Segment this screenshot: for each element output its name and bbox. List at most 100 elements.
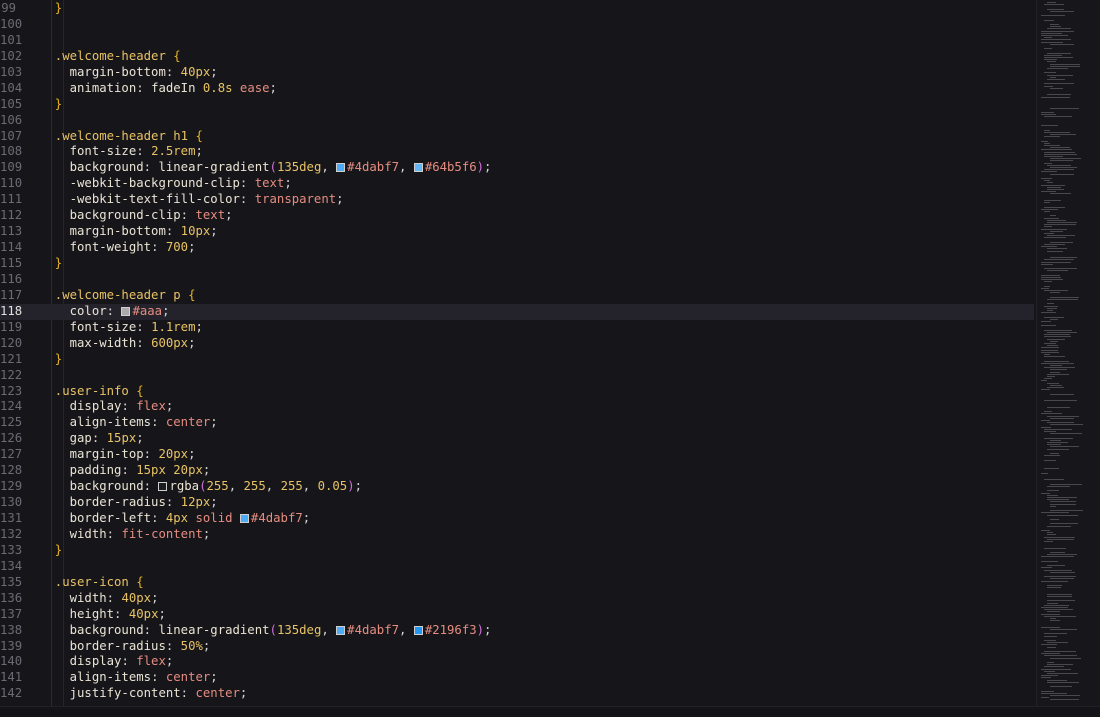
code-line[interactable]: 112 background-clip: text; xyxy=(0,208,1034,224)
color-swatch-icon[interactable] xyxy=(413,625,423,635)
code-line[interactable]: 99 } xyxy=(0,1,1034,17)
code-text: border-radius: 50%; xyxy=(40,639,211,655)
code-line[interactable]: 106 xyxy=(0,113,1034,129)
minimap-line xyxy=(1044,459,1056,461)
code-line[interactable]: 141 align-items: center; xyxy=(0,670,1034,686)
minimap-line xyxy=(1044,356,1065,358)
code-line[interactable]: 113 margin-bottom: 10px; xyxy=(0,224,1034,240)
code-line[interactable]: 135 .user-icon { xyxy=(0,575,1034,591)
code-line[interactable]: 123 .user-info { xyxy=(0,384,1034,400)
line-number: 135 xyxy=(0,574,23,589)
code-line[interactable]: 102 .welcome-header { xyxy=(0,49,1034,65)
code-line[interactable]: 140 display: flex; xyxy=(0,654,1034,670)
code-token: 1.1rem xyxy=(151,319,196,334)
code-line[interactable]: 127 margin-top: 20px; xyxy=(0,447,1034,463)
code-token: , xyxy=(399,622,414,637)
color-swatch-icon[interactable] xyxy=(336,163,346,173)
code-line[interactable]: 115 } xyxy=(0,256,1034,272)
minimap-line xyxy=(1047,94,1071,96)
minimap-line xyxy=(1041,492,1050,494)
code-line[interactable]: 131 border-left: 4px solid #4dabf7; xyxy=(0,511,1034,527)
code-line[interactable]: 136 width: 40px; xyxy=(0,591,1034,607)
code-line[interactable]: 100 xyxy=(0,17,1034,33)
code-line[interactable]: 108 font-size: 2.5rem; xyxy=(0,144,1034,160)
color-swatch-icon[interactable] xyxy=(158,482,168,492)
code-token: : xyxy=(143,479,159,494)
code-line[interactable]: 111 -webkit-text-fill-color: transparent… xyxy=(0,192,1034,208)
minimap-line xyxy=(1041,274,1060,276)
code-line[interactable]: 132 width: fit-content; xyxy=(0,527,1034,543)
code-text: margin-bottom: 10px; xyxy=(40,224,218,240)
minimap-line xyxy=(1044,431,1056,432)
code-text: } xyxy=(40,543,62,559)
minimap-line xyxy=(1041,140,1048,142)
minimap-line xyxy=(1041,228,1067,230)
code-token: -webkit-background-clip xyxy=(40,176,240,191)
minimap-line xyxy=(1050,371,1060,373)
minimap[interactable] xyxy=(1036,0,1100,706)
code-line[interactable]: 121 } xyxy=(0,352,1034,368)
code-line[interactable]: 119 font-size: 1.1rem; xyxy=(0,320,1034,336)
code-line[interactable]: 104 animation: fadeIn 0.8s ease; xyxy=(0,81,1034,97)
code-line[interactable]: 128 padding: 15px 20px; xyxy=(0,463,1034,479)
code-line[interactable]: 118 color: #aaa; xyxy=(0,303,1034,320)
code-line[interactable]: 142 justify-content: center; xyxy=(0,686,1034,702)
code-token: : xyxy=(143,160,159,175)
minimap-line xyxy=(1050,147,1070,149)
code-line[interactable]: 129 background: rgba(255, 255, 255, 0.05… xyxy=(0,479,1034,495)
code-token: 255 xyxy=(280,479,303,494)
minimap-line xyxy=(1041,112,1054,113)
line-number: 142 xyxy=(0,686,23,701)
code-line[interactable]: 130 border-radius: 12px; xyxy=(0,495,1034,511)
code-line[interactable]: 107 .welcome-header h1 { xyxy=(0,129,1034,145)
color-swatch-icon[interactable] xyxy=(239,514,249,523)
code-token: font-size xyxy=(40,319,137,334)
code-text: display: flex; xyxy=(40,654,174,670)
code-text: width: 40px; xyxy=(40,591,159,607)
minimap-line xyxy=(1044,411,1052,413)
color-swatch-icon[interactable] xyxy=(121,306,131,316)
code-line[interactable]: 133 } xyxy=(0,543,1034,559)
line-number: 104 xyxy=(0,80,23,95)
code-token: #aaa xyxy=(132,303,163,318)
color-swatch-icon[interactable] xyxy=(336,625,346,635)
code-token: height xyxy=(40,606,115,621)
minimap-line xyxy=(1047,642,1068,644)
code-text: .welcome-header h1 { xyxy=(40,129,203,145)
code-token: } xyxy=(40,256,63,270)
code-line[interactable]: 120 max-width: 600px; xyxy=(0,336,1034,352)
code-line[interactable]: 134 xyxy=(0,559,1034,575)
code-line[interactable]: 101 xyxy=(0,33,1034,49)
code-line[interactable]: 122 xyxy=(0,368,1034,384)
minimap-line xyxy=(1047,490,1059,492)
minimap-line xyxy=(1041,114,1056,116)
minimap-line xyxy=(1047,307,1057,309)
code-line[interactable]: 124 display: flex; xyxy=(0,399,1034,415)
code-line[interactable]: 109 background: linear-gradient(135deg, … xyxy=(0,160,1034,176)
code-line[interactable]: 105 } xyxy=(0,97,1034,113)
code-line[interactable]: 139 border-radius: 50%; xyxy=(0,639,1034,655)
minimap-line xyxy=(1047,52,1071,54)
code-line[interactable]: 116 xyxy=(0,272,1034,288)
code-line[interactable]: 137 height: 40px; xyxy=(0,607,1034,623)
code-token: : xyxy=(91,431,107,446)
line-number: 120 xyxy=(0,335,23,350)
line-number: 113 xyxy=(0,224,23,239)
line-number: 106 xyxy=(0,112,23,127)
editor-lines[interactable]: 99 } 100 101 102 .welcome-header {103 margi… xyxy=(0,1,1034,702)
code-line[interactable]: 114 font-weight: 700; xyxy=(0,240,1034,256)
minimap-line xyxy=(1044,54,1062,56)
code-line[interactable]: 126 gap: 15px; xyxy=(0,431,1034,447)
code-text: max-width: 600px; xyxy=(40,336,196,352)
code-line[interactable]: 103 margin-bottom: 40px; xyxy=(0,65,1034,81)
code-line[interactable]: 117 .welcome-header p { xyxy=(0,288,1034,304)
code-line[interactable]: 110 -webkit-background-clip: text; xyxy=(0,176,1034,192)
minimap-line xyxy=(1041,607,1068,608)
code-editor[interactable]: 99 } 100 101 102 .welcome-header {103 margi… xyxy=(0,0,1100,717)
code-line[interactable]: 125 align-items: center; xyxy=(0,415,1034,431)
color-swatch-icon[interactable] xyxy=(413,163,423,173)
code-token: { xyxy=(195,128,203,143)
minimap-line xyxy=(1044,72,1056,74)
code-line[interactable]: 138 background: linear-gradient(135deg, … xyxy=(0,623,1034,639)
minimap-line xyxy=(1044,281,1052,283)
